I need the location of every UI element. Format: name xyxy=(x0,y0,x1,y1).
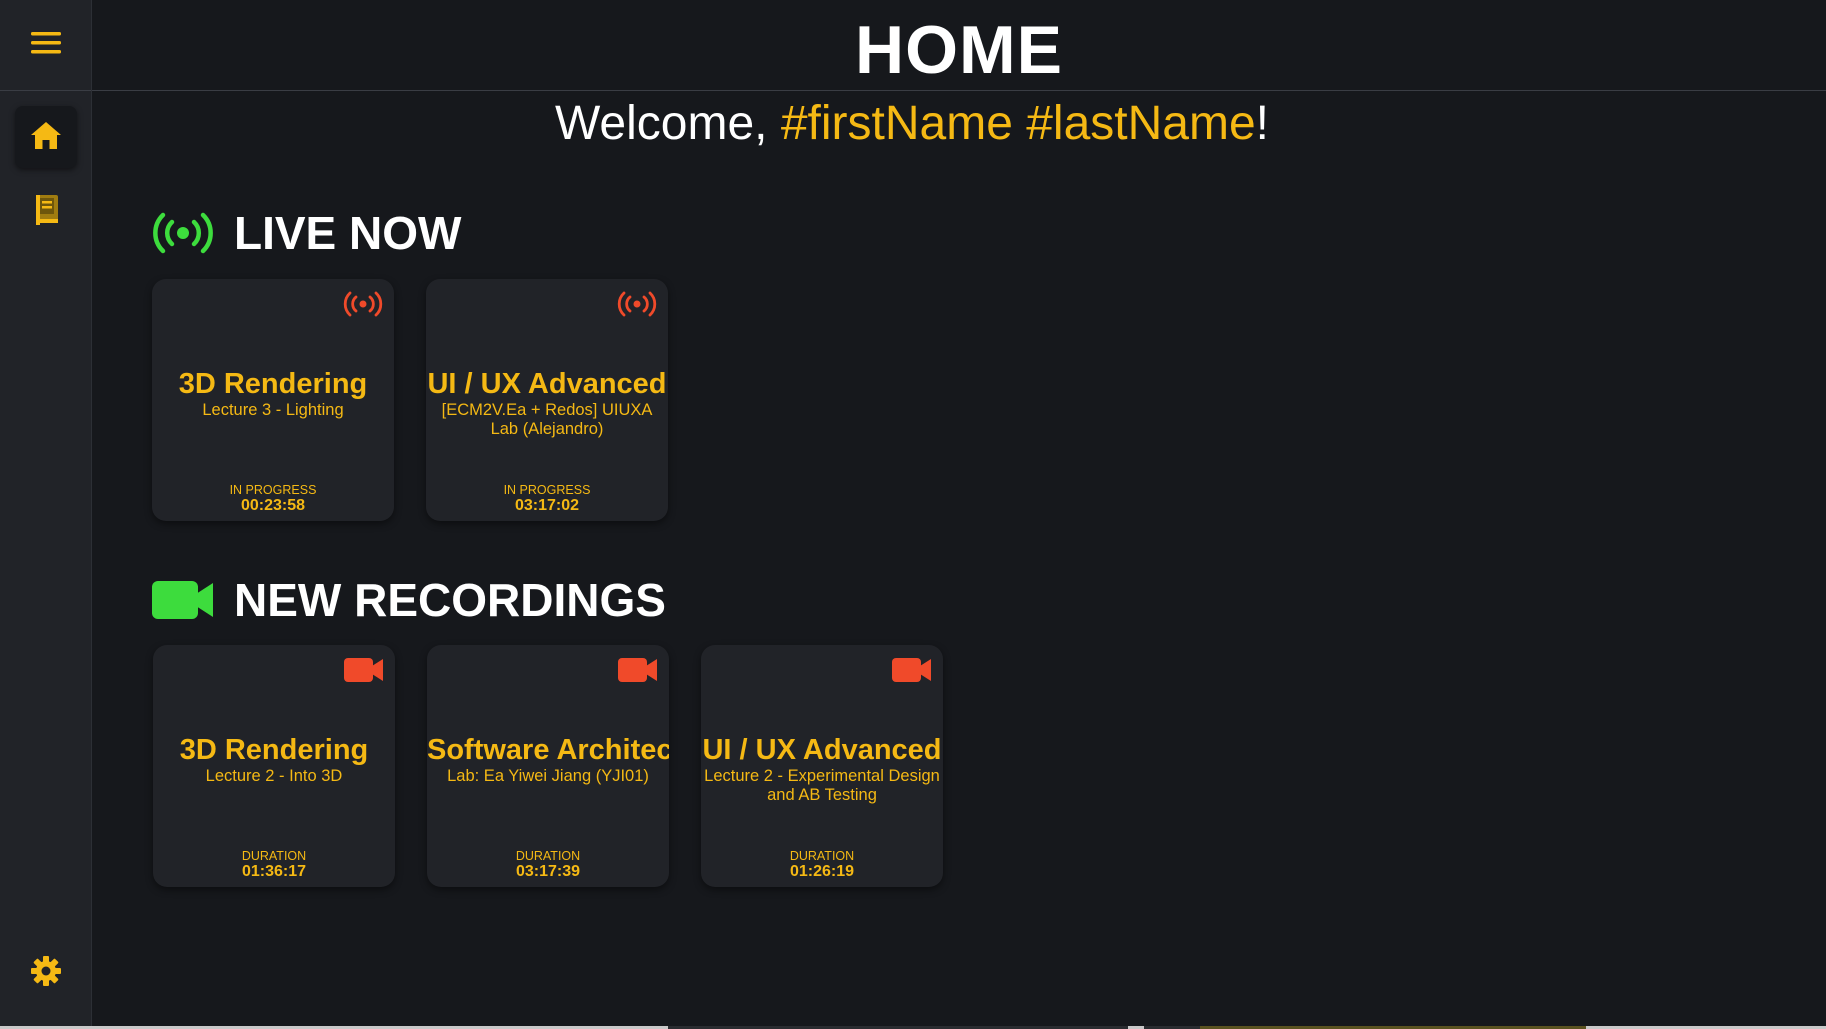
new-recordings-title: NEW RECORDINGS xyxy=(234,574,666,626)
video-camera-icon xyxy=(891,655,933,685)
card-title: Software Architec xyxy=(427,734,669,766)
home-icon xyxy=(30,120,62,155)
welcome-prefix: Welcome, xyxy=(554,97,781,150)
sidebar-item-home[interactable] xyxy=(15,106,77,168)
sidebar-item-library[interactable] xyxy=(15,181,77,243)
sidebar xyxy=(0,0,92,1026)
live-now-title: LIVE NOW xyxy=(234,207,462,259)
video-camera-icon xyxy=(152,575,214,625)
broadcast-icon xyxy=(152,208,214,258)
welcome-first-name: #firstName xyxy=(780,97,1013,150)
broadcast-icon xyxy=(616,289,658,319)
recording-card[interactable]: 3D Rendering Lecture 2 - Into 3D DURATIO… xyxy=(153,645,395,887)
card-status: DURATION xyxy=(515,849,581,863)
page-header: HOME xyxy=(92,0,1826,91)
live-card[interactable]: 3D Rendering Lecture 3 - Lighting IN PRO… xyxy=(152,279,394,521)
page-title: HOME xyxy=(855,12,1063,88)
card-subtitle: Lecture 2 - Experimental Design and AB T… xyxy=(704,767,940,804)
card-time: 01:26:19 xyxy=(789,863,855,880)
card-time: 03:17:39 xyxy=(515,863,581,880)
welcome-last-name: #lastName xyxy=(1026,97,1256,150)
card-title: 3D Rendering xyxy=(179,734,369,766)
card-subtitle: Lecture 2 - Into 3D xyxy=(205,767,343,785)
settings-button[interactable] xyxy=(15,942,77,1004)
card-time: 01:36:17 xyxy=(241,863,307,880)
new-recordings-header: NEW RECORDINGS xyxy=(152,570,666,630)
recording-card[interactable]: UI / UX Advanced Lecture 2 - Experimenta… xyxy=(701,645,943,887)
card-time: 03:17:02 xyxy=(514,497,580,514)
card-subtitle: Lab: Ea Yiwei Jiang (YJI01) xyxy=(447,767,649,785)
card-title: 3D Rendering xyxy=(178,368,368,400)
card-time: 00:23:58 xyxy=(240,497,306,514)
menu-button[interactable] xyxy=(0,0,91,91)
welcome-separator xyxy=(1013,97,1026,150)
recording-card[interactable]: Software Architec Lab: Ea Yiwei Jiang (Y… xyxy=(427,645,669,887)
welcome-message: Welcome, #firstName #lastName! xyxy=(92,96,1732,152)
card-subtitle: [ECM2V.Ea + Redos] UIUXA Lab (Alejandro) xyxy=(441,401,653,438)
book-icon xyxy=(33,194,59,231)
hamburger-menu-icon xyxy=(30,30,62,61)
live-card[interactable]: UI / UX Advanced [ECM2V.Ea + Redos] UIUX… xyxy=(426,279,668,521)
card-status: DURATION xyxy=(241,849,307,863)
card-status: IN PROGRESS xyxy=(229,483,317,497)
card-status: DURATION xyxy=(789,849,855,863)
card-title: UI / UX Advanced xyxy=(427,368,667,400)
live-now-header: LIVE NOW xyxy=(152,203,461,263)
broadcast-icon xyxy=(342,289,384,319)
video-camera-icon xyxy=(343,655,385,685)
card-title: UI / UX Advanced xyxy=(702,734,942,766)
welcome-suffix: ! xyxy=(1255,97,1270,150)
app-root: HOME Welcome, #firstName #lastName! LIVE… xyxy=(0,0,1826,1029)
card-status: IN PROGRESS xyxy=(503,483,591,497)
gear-icon xyxy=(30,955,62,992)
card-subtitle: Lecture 3 - Lighting xyxy=(202,401,344,419)
video-camera-icon xyxy=(617,655,659,685)
